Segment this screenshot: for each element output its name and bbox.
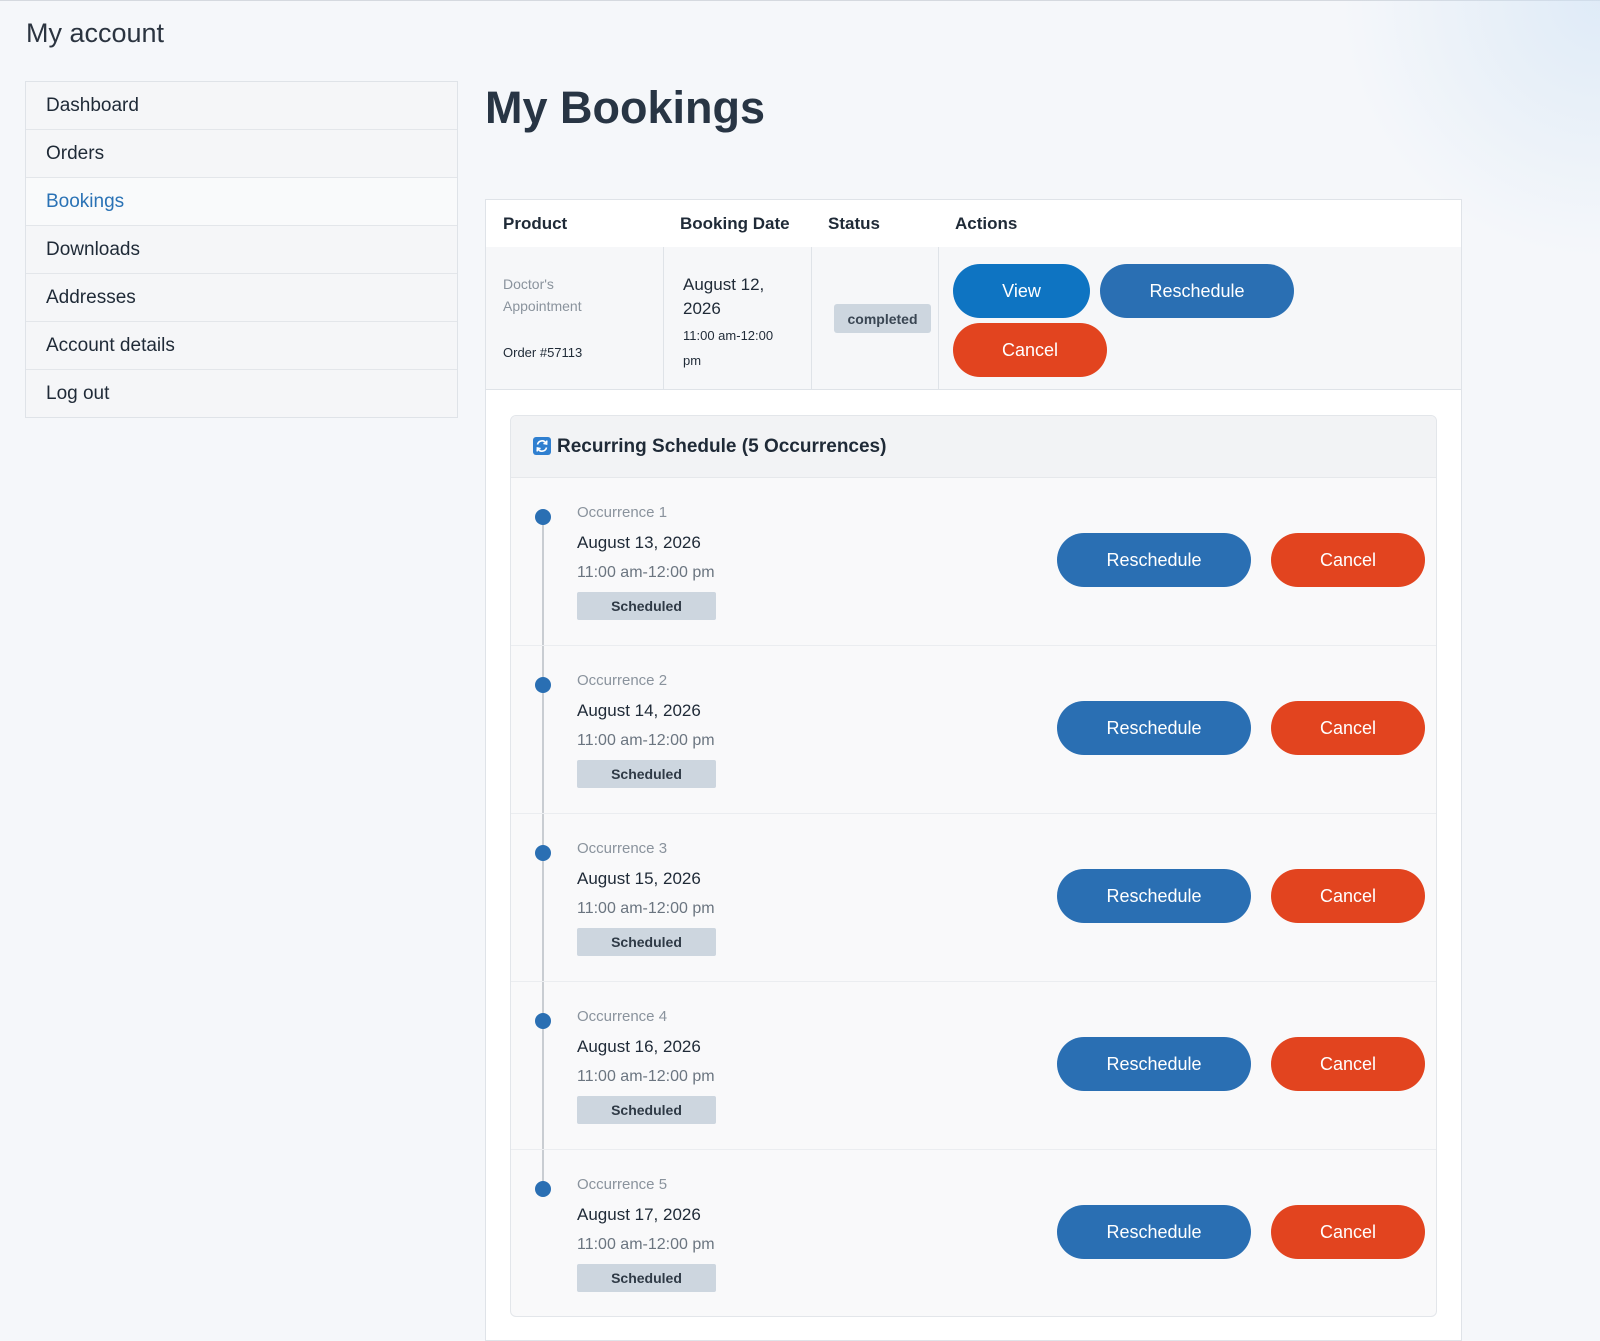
column-header-status: Status <box>828 214 880 233</box>
column-header-product: Product <box>503 214 568 233</box>
view-button[interactable]: View <box>953 264 1090 318</box>
cancel-button[interactable]: Cancel <box>1271 533 1425 587</box>
occurrence-date: August 15, 2026 <box>577 869 701 888</box>
status-badge: Scheduled <box>577 1096 716 1124</box>
timeline-dot <box>535 509 551 525</box>
status-badge: Scheduled <box>577 1264 716 1292</box>
occurrence-time: 11:00 am-12:00 pm <box>577 732 715 749</box>
column-header-actions: Actions <box>955 214 1018 233</box>
timeline-dot <box>535 1013 551 1029</box>
recurring-icon <box>533 437 551 455</box>
account-navigation: Dashboard Orders Bookings Downloads Addr… <box>25 81 458 418</box>
sidebar-item-orders[interactable]: Orders <box>26 129 457 177</box>
recurring-title: Recurring Schedule (5 Occurrences) <box>557 436 887 457</box>
occurrence-time: 11:00 am-12:00 pm <box>577 1068 715 1085</box>
column-divider <box>663 247 664 389</box>
cancel-button[interactable]: Cancel <box>1271 1205 1425 1259</box>
occurrence-time: 11:00 am-12:00 pm <box>577 1236 715 1253</box>
product-name: Doctor's Appointment <box>503 276 582 314</box>
timeline-dot <box>535 1181 551 1197</box>
sidebar-item-bookings[interactable]: Bookings <box>26 177 457 225</box>
order-number: Order #57113 <box>503 345 583 360</box>
cancel-button[interactable]: Cancel <box>1271 1037 1425 1091</box>
occurrence-item: Occurrence 4 August 16, 2026 11:00 am-12… <box>511 981 1436 1150</box>
occurrence-item: Occurrence 1 August 13, 2026 11:00 am-12… <box>511 477 1436 646</box>
status-badge: Scheduled <box>577 928 716 956</box>
reschedule-button[interactable]: Reschedule <box>1057 533 1251 587</box>
timeline-dot <box>535 677 551 693</box>
sidebar-item-account-details[interactable]: Account details <box>26 321 457 369</box>
column-header-booking-date: Booking Date <box>680 214 790 233</box>
occurrence-date: August 16, 2026 <box>577 1037 701 1056</box>
table-row: Doctor's Appointment Order #57113 August… <box>486 247 1461 390</box>
occurrence-label: Occurrence 3 <box>577 840 668 857</box>
occurrence-item: Occurrence 5 August 17, 2026 11:00 am-12… <box>511 1149 1436 1316</box>
reschedule-button[interactable]: Reschedule <box>1100 264 1294 318</box>
account-title: My account <box>26 18 165 48</box>
booking-time: 11:00 am-12:00 pm <box>683 328 774 368</box>
occurrence-time: 11:00 am-12:00 pm <box>577 564 715 581</box>
occurrence-label: Occurrence 4 <box>577 1008 668 1025</box>
recurring-schedule: Recurring Schedule (5 Occurrences) Occur… <box>510 415 1437 1317</box>
recurring-header: Recurring Schedule (5 Occurrences) <box>511 416 1436 478</box>
reschedule-button[interactable]: Reschedule <box>1057 869 1251 923</box>
status-badge: Scheduled <box>577 592 716 620</box>
occurrence-item: Occurrence 2 August 14, 2026 11:00 am-12… <box>511 645 1436 814</box>
sidebar-item-addresses[interactable]: Addresses <box>26 273 457 321</box>
occurrence-label: Occurrence 1 <box>577 504 668 521</box>
cancel-button[interactable]: Cancel <box>953 323 1107 377</box>
reschedule-button[interactable]: Reschedule <box>1057 1037 1251 1091</box>
cancel-button[interactable]: Cancel <box>1271 701 1425 755</box>
occurrence-item: Occurrence 3 August 15, 2026 11:00 am-12… <box>511 813 1436 982</box>
status-badge: completed <box>834 304 931 333</box>
reschedule-button[interactable]: Reschedule <box>1057 701 1251 755</box>
booking-date: August 12, 2026 <box>683 275 765 318</box>
column-divider <box>811 247 812 389</box>
status-badge: Scheduled <box>577 760 716 788</box>
occurrence-date: August 17, 2026 <box>577 1205 701 1224</box>
timeline-dot <box>535 845 551 861</box>
table-header: Product Booking Date Status Actions <box>486 200 1461 248</box>
page-title: My Bookings <box>485 82 766 133</box>
occurrence-date: August 13, 2026 <box>577 533 701 552</box>
sidebar-item-log-out[interactable]: Log out <box>26 369 457 417</box>
occurrence-time: 11:00 am-12:00 pm <box>577 900 715 917</box>
occurrence-date: August 14, 2026 <box>577 701 701 720</box>
reschedule-button[interactable]: Reschedule <box>1057 1205 1251 1259</box>
sidebar-item-downloads[interactable]: Downloads <box>26 225 457 273</box>
occurrence-label: Occurrence 5 <box>577 1176 668 1193</box>
occurrence-label: Occurrence 2 <box>577 672 668 689</box>
bookings-table: Product Booking Date Status Actions Doct… <box>485 199 1462 1341</box>
sidebar-item-dashboard[interactable]: Dashboard <box>26 82 457 129</box>
column-divider <box>938 247 939 389</box>
cancel-button[interactable]: Cancel <box>1271 869 1425 923</box>
